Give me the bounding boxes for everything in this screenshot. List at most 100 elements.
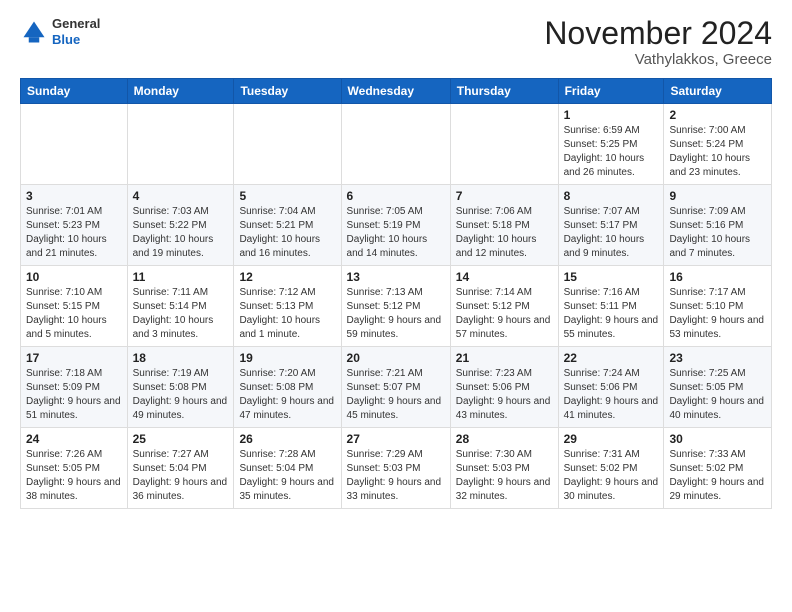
calendar-cell: 3 Sunrise: 7:01 AM Sunset: 5:23 PM Daylig… <box>21 185 128 266</box>
calendar-cell: 21 Sunrise: 7:23 AM Sunset: 5:06 PM Dayli… <box>450 347 558 428</box>
calendar-cell: 19 Sunrise: 7:20 AM Sunset: 5:08 PM Dayli… <box>234 347 341 428</box>
day-number: 17 <box>26 351 122 365</box>
day-number: 16 <box>669 270 766 284</box>
day-info: Sunrise: 7:25 AM Sunset: 5:05 PM Dayligh… <box>669 367 766 423</box>
logo: General Blue <box>20 16 100 47</box>
calendar-cell: 11 Sunrise: 7:11 AM Sunset: 5:14 PM Dayli… <box>127 266 234 347</box>
day-number: 19 <box>239 351 335 365</box>
location: Vathylakkos, Greece <box>544 51 772 68</box>
calendar-cell <box>127 104 234 185</box>
calendar-cell: 5 Sunrise: 7:04 AM Sunset: 5:21 PM Daylig… <box>234 185 341 266</box>
day-info: Sunrise: 7:30 AM Sunset: 5:03 PM Dayligh… <box>456 448 553 504</box>
day-number: 13 <box>347 270 445 284</box>
logo-icon <box>20 18 48 46</box>
logo-text: General Blue <box>52 16 100 47</box>
day-info: Sunrise: 7:28 AM Sunset: 5:04 PM Dayligh… <box>239 448 335 504</box>
calendar-week-5: 24Sunrise: 7:26 AM Sunset: 5:05 PM Dayli… <box>21 428 772 509</box>
day-info: Sunrise: 7:16 AM Sunset: 5:11 PM Dayligh… <box>564 286 659 342</box>
day-info: Sunrise: 7:04 AM Sunset: 5:21 PM Dayligh… <box>239 205 335 261</box>
day-info: Sunrise: 7:20 AM Sunset: 5:08 PM Dayligh… <box>239 367 335 423</box>
day-info: Sunrise: 7:18 AM Sunset: 5:09 PM Dayligh… <box>26 367 122 423</box>
day-info: Sunrise: 7:10 AM Sunset: 5:15 PM Dayligh… <box>26 286 122 342</box>
calendar-cell: 7 Sunrise: 7:06 AM Sunset: 5:18 PM Daylig… <box>450 185 558 266</box>
calendar-week-1: 1 Sunrise: 6:59 AM Sunset: 5:25 PM Daylig… <box>21 104 772 185</box>
day-number: 18 <box>133 351 229 365</box>
day-info: Sunrise: 7:00 AM Sunset: 5:24 PM Dayligh… <box>669 124 766 180</box>
calendar-cell: 30Sunrise: 7:33 AM Sunset: 5:02 PM Dayli… <box>664 428 772 509</box>
day-number: 1 <box>564 108 659 122</box>
day-info: Sunrise: 7:12 AM Sunset: 5:13 PM Dayligh… <box>239 286 335 342</box>
col-sunday: Sunday <box>21 79 128 104</box>
calendar-cell: 27 Sunrise: 7:29 AM Sunset: 5:03 PM Dayli… <box>341 428 450 509</box>
calendar-cell: 13 Sunrise: 7:13 AM Sunset: 5:12 PM Dayli… <box>341 266 450 347</box>
day-info: Sunrise: 7:29 AM Sunset: 5:03 PM Dayligh… <box>347 448 445 504</box>
day-info: Sunrise: 7:17 AM Sunset: 5:10 PM Dayligh… <box>669 286 766 342</box>
header: General Blue November 2024 Vathylakkos, … <box>20 16 772 68</box>
day-info: Sunrise: 6:59 AM Sunset: 5:25 PM Dayligh… <box>564 124 659 180</box>
calendar-cell: 2 Sunrise: 7:00 AM Sunset: 5:24 PM Daylig… <box>664 104 772 185</box>
day-number: 21 <box>456 351 553 365</box>
calendar-cell <box>234 104 341 185</box>
day-number: 26 <box>239 432 335 446</box>
calendar-cell: 9 Sunrise: 7:09 AM Sunset: 5:16 PM Daylig… <box>664 185 772 266</box>
logo-general: General <box>52 16 100 32</box>
calendar-cell: 15Sunrise: 7:16 AM Sunset: 5:11 PM Dayli… <box>558 266 664 347</box>
day-number: 11 <box>133 270 229 284</box>
calendar-cell: 24Sunrise: 7:26 AM Sunset: 5:05 PM Dayli… <box>21 428 128 509</box>
day-number: 6 <box>347 189 445 203</box>
calendar-cell: 23 Sunrise: 7:25 AM Sunset: 5:05 PM Dayli… <box>664 347 772 428</box>
calendar-cell: 25 Sunrise: 7:27 AM Sunset: 5:04 PM Dayli… <box>127 428 234 509</box>
calendar-cell: 8Sunrise: 7:07 AM Sunset: 5:17 PM Daylig… <box>558 185 664 266</box>
calendar-cell: 20 Sunrise: 7:21 AM Sunset: 5:07 PM Dayli… <box>341 347 450 428</box>
calendar-cell: 4Sunrise: 7:03 AM Sunset: 5:22 PM Daylig… <box>127 185 234 266</box>
calendar-week-3: 10 Sunrise: 7:10 AM Sunset: 5:15 PM Dayli… <box>21 266 772 347</box>
day-info: Sunrise: 7:06 AM Sunset: 5:18 PM Dayligh… <box>456 205 553 261</box>
calendar-cell: 12Sunrise: 7:12 AM Sunset: 5:13 PM Dayli… <box>234 266 341 347</box>
calendar-cell: 17 Sunrise: 7:18 AM Sunset: 5:09 PM Dayli… <box>21 347 128 428</box>
col-tuesday: Tuesday <box>234 79 341 104</box>
day-number: 28 <box>456 432 553 446</box>
day-number: 30 <box>669 432 766 446</box>
day-info: Sunrise: 7:03 AM Sunset: 5:22 PM Dayligh… <box>133 205 229 261</box>
day-number: 7 <box>456 189 553 203</box>
day-info: Sunrise: 7:09 AM Sunset: 5:16 PM Dayligh… <box>669 205 766 261</box>
day-number: 2 <box>669 108 766 122</box>
day-info: Sunrise: 7:19 AM Sunset: 5:08 PM Dayligh… <box>133 367 229 423</box>
title-section: November 2024 Vathylakkos, Greece <box>544 16 772 68</box>
day-info: Sunrise: 7:13 AM Sunset: 5:12 PM Dayligh… <box>347 286 445 342</box>
calendar-cell: 28 Sunrise: 7:30 AM Sunset: 5:03 PM Dayli… <box>450 428 558 509</box>
calendar-table: Sunday Monday Tuesday Wednesday Thursday… <box>20 78 772 509</box>
day-info: Sunrise: 7:14 AM Sunset: 5:12 PM Dayligh… <box>456 286 553 342</box>
calendar-header-row: Sunday Monday Tuesday Wednesday Thursday… <box>21 79 772 104</box>
day-number: 3 <box>26 189 122 203</box>
col-saturday: Saturday <box>664 79 772 104</box>
day-info: Sunrise: 7:24 AM Sunset: 5:06 PM Dayligh… <box>564 367 659 423</box>
calendar-cell <box>450 104 558 185</box>
day-info: Sunrise: 7:31 AM Sunset: 5:02 PM Dayligh… <box>564 448 659 504</box>
day-info: Sunrise: 7:11 AM Sunset: 5:14 PM Dayligh… <box>133 286 229 342</box>
day-number: 23 <box>669 351 766 365</box>
calendar-week-4: 17 Sunrise: 7:18 AM Sunset: 5:09 PM Dayli… <box>21 347 772 428</box>
calendar-cell: 1 Sunrise: 6:59 AM Sunset: 5:25 PM Daylig… <box>558 104 664 185</box>
calendar-cell: 29Sunrise: 7:31 AM Sunset: 5:02 PM Dayli… <box>558 428 664 509</box>
calendar-cell: 18 Sunrise: 7:19 AM Sunset: 5:08 PM Dayli… <box>127 347 234 428</box>
day-number: 10 <box>26 270 122 284</box>
day-number: 27 <box>347 432 445 446</box>
day-number: 25 <box>133 432 229 446</box>
month-title: November 2024 <box>544 16 772 51</box>
day-number: 24 <box>26 432 122 446</box>
day-number: 9 <box>669 189 766 203</box>
col-friday: Friday <box>558 79 664 104</box>
col-thursday: Thursday <box>450 79 558 104</box>
day-number: 20 <box>347 351 445 365</box>
col-monday: Monday <box>127 79 234 104</box>
day-info: Sunrise: 7:27 AM Sunset: 5:04 PM Dayligh… <box>133 448 229 504</box>
day-number: 5 <box>239 189 335 203</box>
day-number: 22 <box>564 351 659 365</box>
day-number: 14 <box>456 270 553 284</box>
day-info: Sunrise: 7:01 AM Sunset: 5:23 PM Dayligh… <box>26 205 122 261</box>
day-number: 8 <box>564 189 659 203</box>
logo-blue: Blue <box>52 32 100 48</box>
day-info: Sunrise: 7:23 AM Sunset: 5:06 PM Dayligh… <box>456 367 553 423</box>
day-info: Sunrise: 7:21 AM Sunset: 5:07 PM Dayligh… <box>347 367 445 423</box>
